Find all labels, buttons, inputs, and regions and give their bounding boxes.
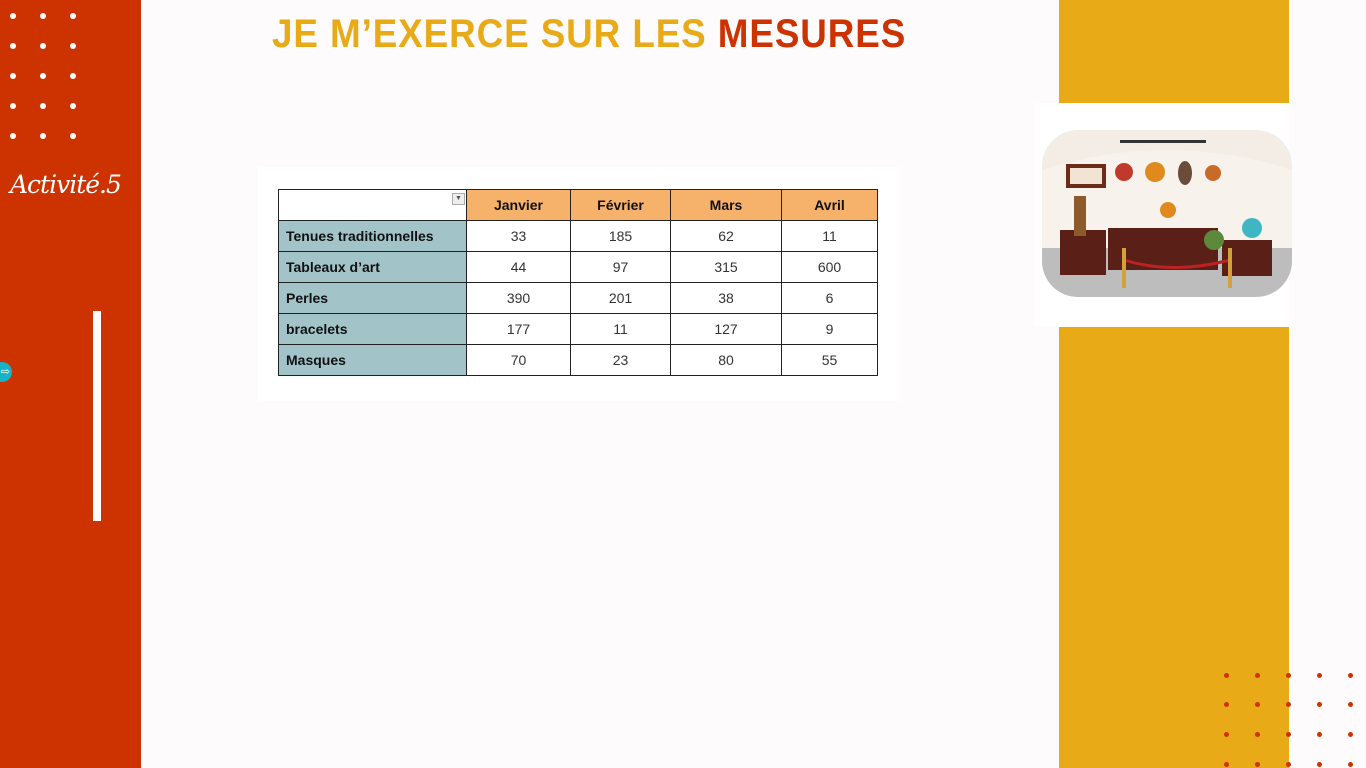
dot (70, 103, 76, 109)
dot (1286, 673, 1291, 678)
table-row: Tenues traditionnelles 33 185 62 11 (278, 220, 878, 252)
table-cell: 390 (466, 282, 571, 314)
dot (1255, 673, 1260, 678)
dot (40, 43, 46, 49)
page-title: JE M’EXERCE SUR LES MESURES (272, 12, 906, 57)
table-header-row: ▼ Janvier Février Mars Avril (278, 189, 878, 221)
table-cell: 70 (466, 344, 571, 376)
dot (1255, 702, 1260, 707)
table-cell: 33 (466, 220, 571, 252)
table-row: Tableaux d’art 44 97 315 600 (278, 251, 878, 283)
table-row: bracelets 177 11 127 9 (278, 313, 878, 345)
dot (1286, 732, 1291, 737)
dot (70, 13, 76, 19)
dot (70, 43, 76, 49)
table-row: Masques 70 23 80 55 (278, 344, 878, 376)
table-cell: 23 (570, 344, 671, 376)
left-panel: Activité.5 (0, 0, 141, 768)
dot (70, 133, 76, 139)
table-cell: 55 (781, 344, 878, 376)
column-header: Février (570, 189, 671, 221)
column-header: Avril (781, 189, 878, 221)
table-cell: 201 (570, 282, 671, 314)
dot (40, 133, 46, 139)
dot (1224, 702, 1229, 707)
column-header: Janvier (466, 189, 571, 221)
row-label: Tableaux d’art (278, 251, 467, 283)
corner-cell: ▼ (278, 189, 467, 221)
table-cell: 9 (781, 313, 878, 345)
dot (1317, 673, 1322, 678)
dot (10, 13, 16, 19)
dot (1286, 702, 1291, 707)
divider-line (93, 311, 101, 521)
dot (1348, 673, 1353, 678)
dot (1224, 673, 1229, 678)
dot (1286, 762, 1291, 767)
table-cell: 62 (670, 220, 782, 252)
dot (1255, 732, 1260, 737)
table-cell: 11 (570, 313, 671, 345)
dot (70, 73, 76, 79)
table-card: ▼ Janvier Février Mars Avril Tenues trad… (258, 167, 900, 401)
table-cell: 97 (570, 251, 671, 283)
dot (40, 13, 46, 19)
museum-illustration (1042, 130, 1292, 297)
title-accent: MESURES (717, 12, 907, 56)
dot (10, 43, 16, 49)
dot (1317, 762, 1322, 767)
row-label: Masques (278, 344, 467, 376)
table-cell: 315 (670, 251, 782, 283)
row-label: bracelets (278, 313, 467, 345)
dot (40, 103, 46, 109)
table-cell: 38 (670, 282, 782, 314)
dot (1348, 732, 1353, 737)
row-label: Tenues traditionnelles (278, 220, 467, 252)
dot (1255, 762, 1260, 767)
title-main: JE M’EXERCE SUR LES (272, 12, 718, 56)
dot (1224, 762, 1229, 767)
dot (10, 73, 16, 79)
activity-label: Activité.5 (10, 170, 122, 199)
dot (1348, 762, 1353, 767)
table-cell: 11 (781, 220, 878, 252)
dropdown-arrow-icon[interactable]: ▼ (452, 193, 465, 205)
dot (1348, 702, 1353, 707)
column-header: Mars (670, 189, 782, 221)
table-cell: 600 (781, 251, 878, 283)
dot (1317, 732, 1322, 737)
table-cell: 127 (670, 313, 782, 345)
table-cell: 6 (781, 282, 878, 314)
table-cell: 44 (466, 251, 571, 283)
table-row: Perles 390 201 38 6 (278, 282, 878, 314)
row-label: Perles (278, 282, 467, 314)
data-table: ▼ Janvier Février Mars Avril Tenues trad… (278, 189, 878, 376)
table-cell: 80 (670, 344, 782, 376)
dot (10, 103, 16, 109)
table-cell: 177 (466, 313, 571, 345)
dot (1317, 702, 1322, 707)
table-cell: 185 (570, 220, 671, 252)
dot (10, 133, 16, 139)
dot (1224, 732, 1229, 737)
dot (40, 73, 46, 79)
